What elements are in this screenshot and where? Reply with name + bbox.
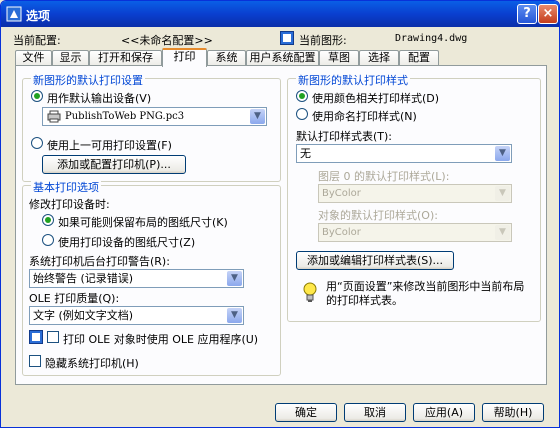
keep-layout-size-radio[interactable]	[42, 214, 54, 226]
use-default-device-radio[interactable]	[31, 90, 43, 102]
tab-system[interactable]: 系统	[207, 50, 246, 66]
layer0-style-label: 图层 0 的默认打印样式(L):	[318, 170, 450, 183]
drawing-icon	[280, 31, 294, 45]
chevron-down-icon: ▼	[495, 186, 510, 201]
tab-selection[interactable]: 选择	[359, 50, 399, 66]
spooler-alerts-label: 系统打印机后台打印警告(R):	[29, 255, 170, 268]
chevron-down-icon[interactable]: ▼	[227, 271, 242, 286]
chevron-down-icon[interactable]: ▼	[495, 146, 510, 161]
use-ole-app-label: 打印 OLE 对象时使用 OLE 应用程序(U)	[63, 333, 259, 346]
plot-tab-panel: 新图形的默认打印设置 用作默认输出设备(V) PublishToWeb PNG.…	[15, 65, 547, 385]
use-last-settings-label: 使用上一可用打印设置(F)	[47, 139, 172, 152]
apply-button[interactable]: 应用(A)	[413, 403, 475, 422]
current-profile-value: <<未命名配置>>	[121, 34, 213, 47]
hide-system-printers-checkbox[interactable]	[29, 355, 41, 367]
autocad-app-icon	[6, 6, 22, 22]
use-device-size-radio[interactable]	[42, 234, 54, 246]
ole-quality-value: 文字 (例如文字文档)	[33, 309, 134, 322]
current-drawing-value: Drawing4.dwg	[395, 33, 468, 44]
default-plot-style-group: 新图形的默认打印样式 使用颜色相关打印样式(D) 使用命名打印样式(N) 默认打…	[287, 72, 541, 322]
layer0-style-select: ByColor ▼	[318, 184, 512, 203]
objects-style-value: ByColor	[322, 227, 361, 238]
cancel-button[interactable]: 取消	[344, 403, 406, 422]
default-table-value: 无	[300, 147, 311, 160]
objects-style-label: 对象的默认打印样式(O):	[318, 209, 438, 222]
ok-button[interactable]: 确定	[275, 403, 337, 422]
help-title-button[interactable]: ?	[517, 4, 537, 24]
chevron-down-icon[interactable]: ▼	[250, 109, 265, 124]
default-plot-style-legend: 新图形的默认打印样式	[296, 72, 410, 88]
add-edit-plot-style-tables-button[interactable]: 添加或编辑打印样式表(S)...	[296, 251, 454, 270]
options-dialog: 选项 ? × 当前配置: <<未命名配置>> 当前图形: Drawing4.dw…	[0, 0, 560, 428]
current-drawing-label: 当前图形:	[299, 34, 347, 47]
default-device-value: PublishToWeb PNG.pc3	[65, 111, 185, 122]
page-setup-tip: 用“页面设置”来修改当前图形中当前布局的打印样式表。	[326, 280, 525, 307]
general-plot-options-group: 基本打印选项 修改打印设备时: 如果可能则保留布局的图纸尺寸(K) 使用打印设备…	[22, 179, 281, 376]
tab-profiles[interactable]: 配置	[399, 50, 439, 66]
default-output-legend: 新图形的默认打印设置	[31, 72, 145, 88]
use-ole-app-checkbox[interactable]	[47, 331, 59, 343]
layer0-style-value: ByColor	[322, 188, 361, 199]
chevron-down-icon: ▼	[495, 225, 510, 240]
tab-files[interactable]: 文件	[15, 50, 52, 66]
add-configure-plotters-button[interactable]: 添加或配置打印机(P)...	[42, 155, 186, 174]
color-dependent-label: 使用颜色相关打印样式(D)	[312, 92, 440, 105]
use-last-settings-radio[interactable]	[31, 137, 43, 149]
default-output-group: 新图形的默认打印设置 用作默认输出设备(V) PublishToWeb PNG.…	[22, 72, 281, 182]
objects-style-select: ByColor ▼	[318, 223, 512, 242]
use-device-size-label: 使用打印设备的图纸尺寸(Z)	[58, 236, 196, 249]
lightbulb-icon	[303, 282, 317, 302]
hide-system-printers-label: 隐藏系统打印机(H)	[45, 357, 139, 370]
default-table-select[interactable]: 无 ▼	[296, 144, 512, 163]
spooler-alerts-value: 始终警告 (记录错误)	[33, 272, 134, 285]
keep-layout-size-label: 如果可能则保留布局的图纸尺寸(K)	[58, 216, 228, 229]
use-default-device-label: 用作默认输出设备(V)	[47, 92, 152, 105]
general-plot-options-legend: 基本打印选项	[31, 179, 101, 195]
window-title: 选项	[26, 9, 51, 23]
default-device-select[interactable]: PublishToWeb PNG.pc3 ▼	[42, 107, 267, 126]
ole-quality-select[interactable]: 文字 (例如文字文档) ▼	[29, 306, 244, 325]
close-button[interactable]: ×	[538, 4, 558, 24]
named-styles-label: 使用命名打印样式(N)	[312, 110, 417, 123]
named-styles-radio[interactable]	[296, 108, 308, 120]
tab-drafting[interactable]: 草图	[319, 50, 359, 66]
when-changing-device-label: 修改打印设备时:	[29, 198, 110, 211]
spooler-alerts-select[interactable]: 始终警告 (记录错误) ▼	[29, 269, 244, 288]
chevron-down-icon[interactable]: ▼	[227, 308, 242, 323]
color-dependent-radio[interactable]	[296, 90, 308, 102]
ole-app-icon	[29, 330, 43, 344]
tab-user-preferences[interactable]: 用户系统配置	[246, 50, 319, 66]
tab-open-save[interactable]: 打开和保存	[89, 50, 162, 66]
current-profile-label: 当前配置:	[13, 34, 61, 47]
help-button[interactable]: 帮助(H)	[482, 403, 544, 422]
tab-plot[interactable]: 打印	[162, 48, 207, 67]
ole-quality-label: OLE 打印质量(Q):	[29, 292, 120, 305]
plotter-icon	[47, 110, 61, 123]
title-bar[interactable]: 选项 ? ×	[1, 1, 559, 27]
default-table-label: 默认打印样式表(T):	[296, 130, 393, 143]
tab-display[interactable]: 显示	[52, 50, 89, 66]
